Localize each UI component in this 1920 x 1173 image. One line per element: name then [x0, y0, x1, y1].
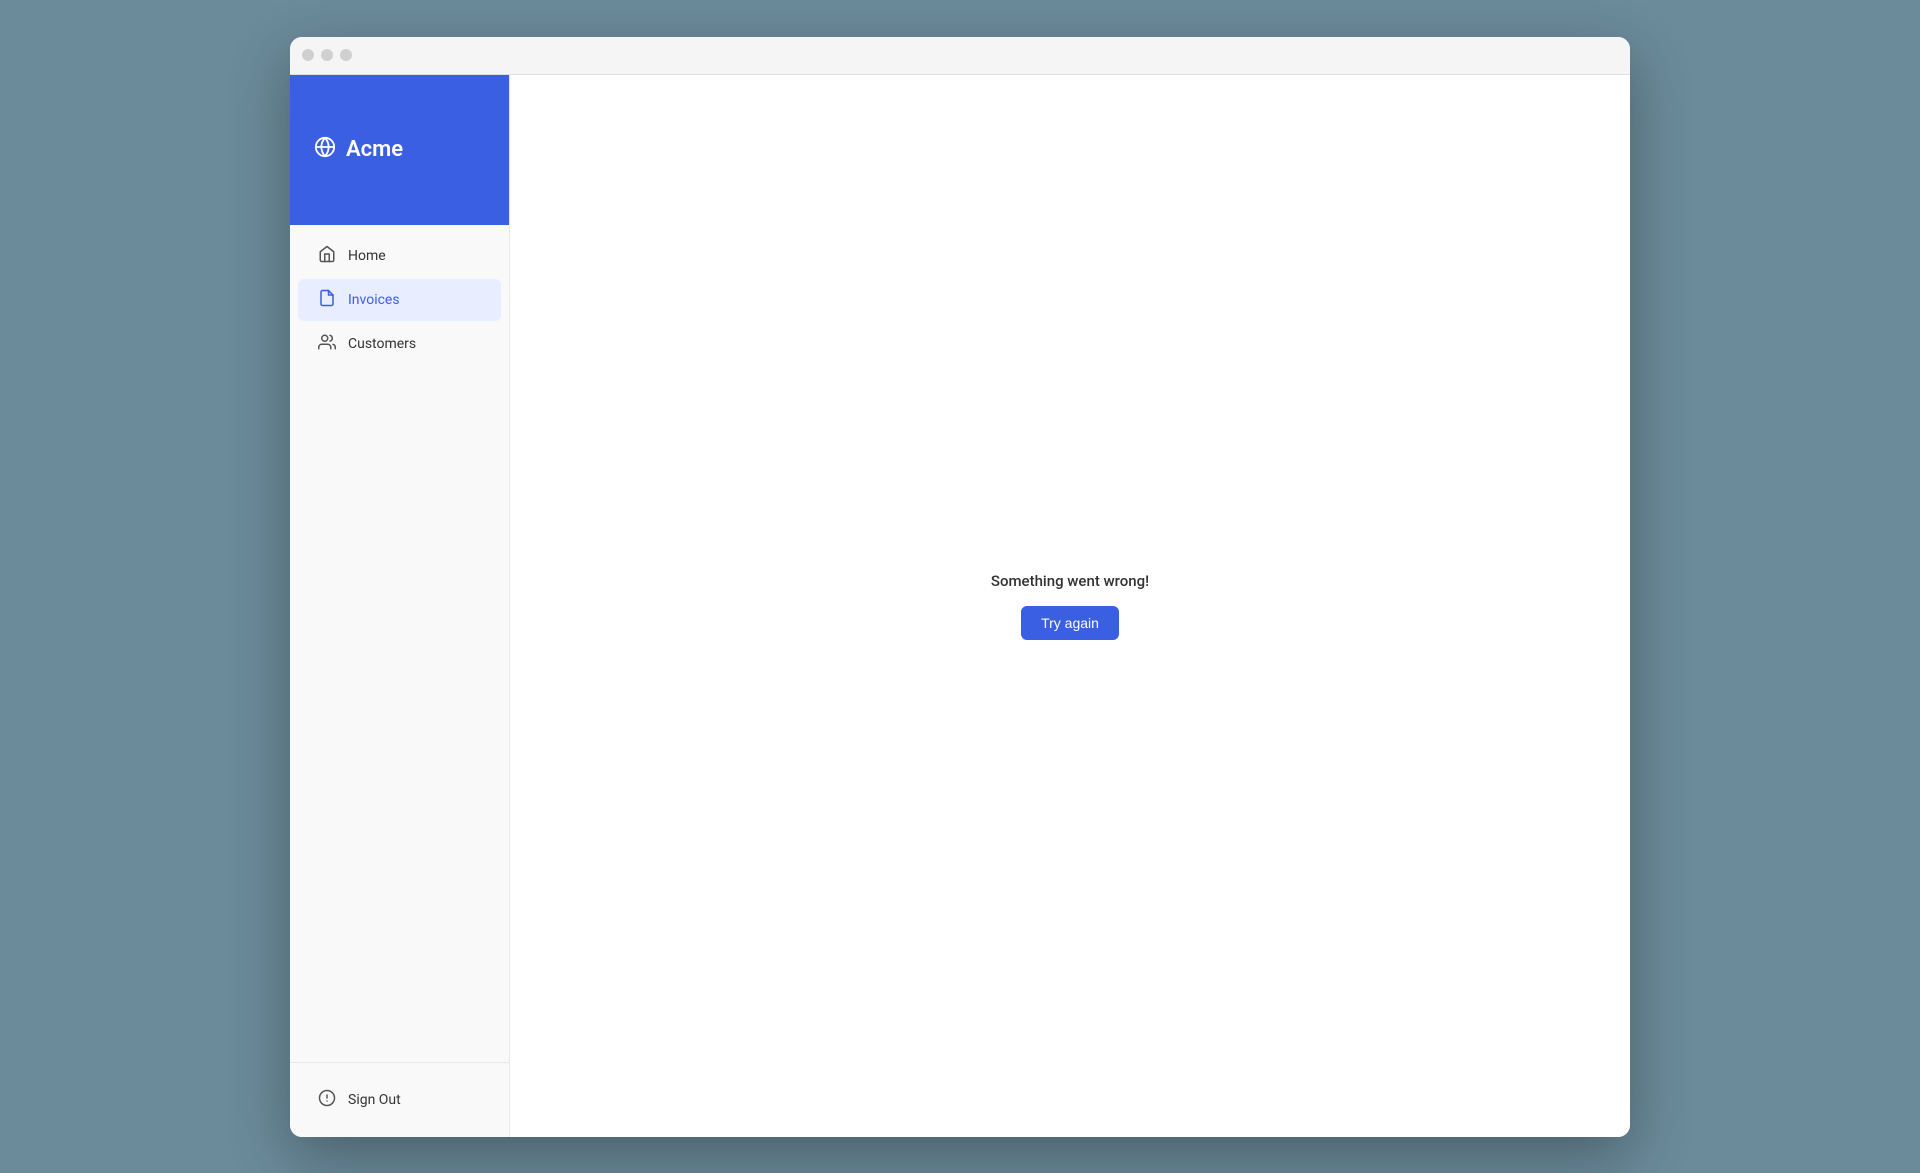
sidebar-item-label-customers: Customers — [348, 336, 416, 352]
sidebar-item-home[interactable]: Home — [298, 235, 501, 277]
error-container: Something went wrong! Try again — [991, 572, 1149, 640]
sidebar-item-label-invoices: Invoices — [348, 292, 400, 308]
sign-out-label: Sign Out — [348, 1092, 401, 1108]
customers-icon — [318, 333, 336, 355]
error-message: Something went wrong! — [991, 572, 1149, 590]
window-dot-close — [302, 49, 314, 61]
sidebar-nav: Home Invoices — [290, 225, 509, 1062]
sidebar-item-label-home: Home — [348, 248, 386, 264]
app-container: Acme Home — [290, 75, 1630, 1137]
signout-icon — [318, 1089, 336, 1111]
home-icon — [318, 245, 336, 267]
sidebar-logo: Acme — [290, 75, 509, 225]
window-controls — [302, 49, 352, 61]
sidebar-item-customers[interactable]: Customers — [298, 323, 501, 365]
invoice-icon — [318, 289, 336, 311]
sidebar: Acme Home — [290, 75, 510, 1137]
main-content: Something went wrong! Try again — [510, 75, 1630, 1137]
window-dot-maximize — [340, 49, 352, 61]
app-window: Acme Home — [290, 37, 1630, 1137]
sidebar-item-invoices[interactable]: Invoices — [298, 279, 501, 321]
logo-text: Acme — [346, 137, 403, 162]
sidebar-footer: Sign Out — [290, 1062, 509, 1137]
globe-icon — [314, 136, 336, 164]
sign-out-button[interactable]: Sign Out — [298, 1079, 501, 1121]
title-bar — [290, 37, 1630, 75]
try-again-button[interactable]: Try again — [1021, 606, 1119, 640]
window-dot-minimize — [321, 49, 333, 61]
